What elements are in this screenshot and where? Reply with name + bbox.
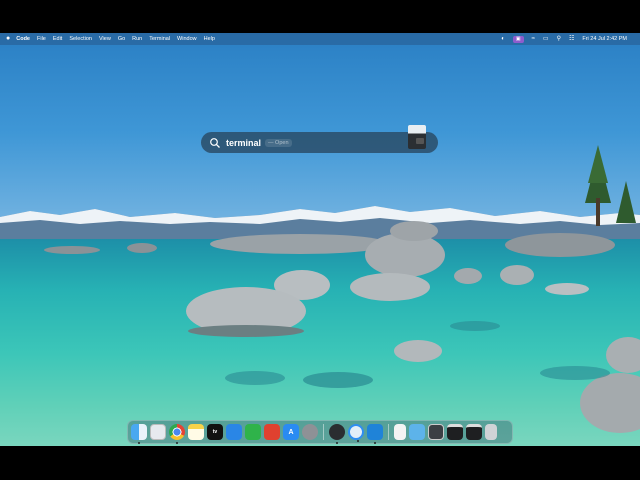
terminal-app-icon-mark	[416, 138, 424, 144]
dock: tv A	[127, 420, 513, 444]
focus-icon[interactable]: ◐	[501, 33, 505, 45]
system-settings-icon[interactable]	[302, 424, 318, 440]
menu-edit[interactable]: Edit	[53, 36, 62, 42]
terminal-2-icon[interactable]	[466, 424, 482, 440]
menu-view[interactable]: View	[99, 36, 111, 42]
apple-menu-icon[interactable]: ●	[6, 33, 10, 45]
menu-terminal[interactable]: Terminal	[149, 36, 170, 42]
spotlight-search[interactable]: terminal — Open	[201, 125, 438, 153]
dock-divider	[323, 424, 324, 440]
running-indicator	[138, 442, 140, 444]
menu-bar-status: ◐ ▣ ≈ ▭ ⚲ ☷ Fri 24 Jul 2:42 PM	[501, 33, 634, 45]
control-center-icon[interactable]: ☷	[569, 33, 574, 45]
finder-icon[interactable]	[131, 424, 147, 444]
activity-monitor-icon[interactable]	[329, 424, 345, 444]
search-icon	[210, 137, 220, 148]
wifi-icon[interactable]: ≈	[532, 33, 535, 45]
menu-clock[interactable]: Fri 24 Jul 2:42 PM	[582, 36, 627, 42]
vscode-icon[interactable]	[367, 424, 383, 444]
app-store-icon[interactable]: A	[283, 424, 299, 440]
menu-help[interactable]: Help	[204, 36, 215, 42]
running-indicator	[357, 440, 359, 442]
textedit-icon[interactable]	[394, 424, 406, 440]
keynote-icon[interactable]	[226, 424, 242, 440]
desktop: ● Code File Edit Selection View Go Run T…	[0, 33, 640, 446]
chrome-icon[interactable]	[169, 424, 185, 444]
downloads-folder-icon[interactable]	[409, 424, 425, 440]
menu-run[interactable]: Run	[132, 36, 142, 42]
menu-go[interactable]: Go	[118, 36, 125, 42]
launchpad-icon[interactable]	[150, 424, 166, 440]
screen-recording-icon[interactable]	[428, 424, 444, 440]
menu-window[interactable]: Window	[177, 36, 197, 42]
letterbox-bottom	[0, 446, 640, 480]
dock-divider	[388, 424, 389, 440]
trash-icon[interactable]	[485, 424, 497, 440]
pdf-expert-icon[interactable]	[264, 424, 280, 440]
spotlight-hint: — Open	[265, 138, 292, 147]
menu-selection[interactable]: Selection	[69, 36, 92, 42]
screen-share-icon[interactable]: ▣	[512, 35, 524, 43]
quicktime-icon[interactable]	[348, 424, 364, 442]
menu-file[interactable]: File	[37, 36, 46, 42]
menu-app-name[interactable]: Code	[16, 36, 30, 42]
running-indicator	[336, 442, 338, 444]
letterbox-top	[0, 0, 640, 33]
terminal-app-icon[interactable]	[408, 125, 426, 149]
spotlight-icon[interactable]: ⚲	[557, 33, 561, 45]
notes-icon[interactable]	[188, 424, 204, 440]
menu-bar: ● Code File Edit Selection View Go Run T…	[0, 33, 640, 45]
battery-icon[interactable]: ▭	[543, 33, 549, 45]
terminal-icon[interactable]	[447, 424, 463, 440]
running-indicator	[374, 442, 376, 444]
wallpaper-rocks	[44, 145, 640, 433]
numbers-icon[interactable]	[245, 424, 261, 440]
spotlight-query[interactable]: terminal	[226, 138, 261, 148]
apple-tv-icon[interactable]: tv	[207, 424, 223, 440]
running-indicator	[176, 442, 178, 444]
